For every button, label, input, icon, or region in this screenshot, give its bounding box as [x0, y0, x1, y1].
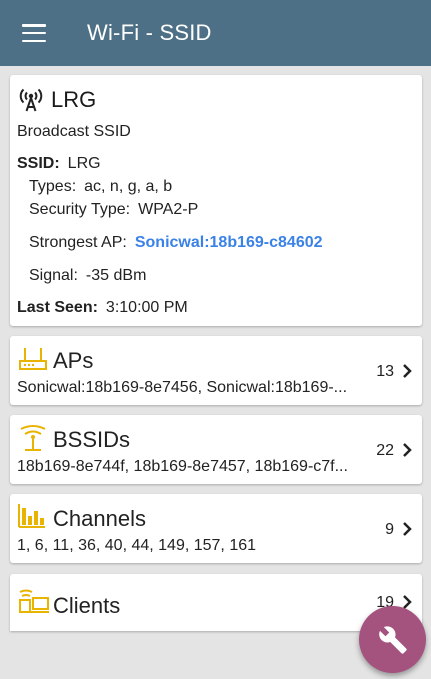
signal-label: Signal: — [29, 267, 78, 284]
security-row: Security Type: WPA2-P — [29, 201, 198, 219]
app-bar: Wi-Fi - SSID — [0, 0, 431, 66]
ssid-subtitle: Broadcast SSID — [17, 123, 131, 140]
bssids-count: 22 — [376, 442, 394, 459]
ssid-header: LRG — [18, 87, 96, 113]
tools-fab-button[interactable] — [359, 606, 426, 673]
channels-count: 9 — [385, 521, 394, 538]
page-title: Wi-Fi - SSID — [87, 20, 212, 45]
chevron-right-icon — [403, 364, 412, 378]
ssid-row: SSID: LRG — [17, 155, 101, 173]
access-point-icon — [19, 348, 47, 370]
last-seen-label: Last Seen: — [17, 299, 98, 316]
bssids-title: BSSIDs — [53, 427, 131, 452]
ssid-summary-card: LRG Broadcast SSID SSID: LRG Types: ac, n,… — [10, 75, 422, 326]
channels-subtitle: 1, 6, 11, 36, 40, 44, 149, 157, 161 — [17, 537, 257, 554]
channels-title: Channels — [53, 506, 146, 531]
bssids-card[interactable]: BSSIDs 18b169-8e744f, 18b169-8e7457, 18b… — [10, 415, 422, 484]
clients-title: Clients — [53, 593, 121, 618]
strongest-ap-row: Strongest AP: Sonicwal:18b169-c84602 — [29, 234, 323, 252]
strongest-ap-link[interactable]: Sonicwal:18b169-c84602 — [135, 234, 323, 251]
aps-card[interactable]: APs Sonicwal:18b169-8e7456, Sonicwal:18b… — [10, 336, 422, 405]
last-seen-value: 3:10:00 PM — [105, 299, 188, 316]
security-value: WPA2-P — [138, 201, 199, 218]
signal-row: Signal: -35 dBm — [29, 267, 146, 285]
types-value: ac, n, g, a, b — [84, 178, 173, 195]
bssid-antenna-icon — [20, 425, 46, 451]
hamburger-menu-icon[interactable] — [22, 24, 46, 42]
last-seen-row: Last Seen: 3:10:00 PM — [17, 299, 188, 317]
clients-devices-icon — [19, 589, 49, 613]
ssid-name: LRG — [51, 87, 97, 112]
chevron-right-icon — [403, 443, 412, 457]
channels-card[interactable]: Channels 1, 6, 11, 36, 40, 44, 149, 157,… — [10, 494, 422, 563]
bar-chart-icon — [18, 504, 45, 528]
aps-title: APs — [53, 348, 94, 373]
aps-count: 13 — [376, 363, 394, 380]
types-row: Types: ac, n, g, a, b — [29, 178, 172, 196]
bssids-subtitle: 18b169-8e744f, 18b169-8e7457, 18b169-c7f… — [17, 458, 348, 475]
security-label: Security Type: — [29, 201, 131, 218]
signal-value: -35 dBm — [85, 267, 147, 284]
wrench-icon — [378, 625, 407, 654]
chevron-right-icon — [403, 522, 412, 536]
ssid-value: LRG — [67, 155, 101, 172]
broadcast-antenna-icon — [19, 88, 43, 112]
types-label: Types: — [29, 178, 77, 195]
aps-subtitle: Sonicwal:18b169-8e7456, Sonicwal:18b169-… — [17, 379, 348, 396]
strongest-ap-label: Strongest AP: — [29, 234, 127, 251]
clients-card[interactable]: Clients 19 — [10, 574, 422, 631]
ssid-label: SSID: — [17, 155, 60, 172]
